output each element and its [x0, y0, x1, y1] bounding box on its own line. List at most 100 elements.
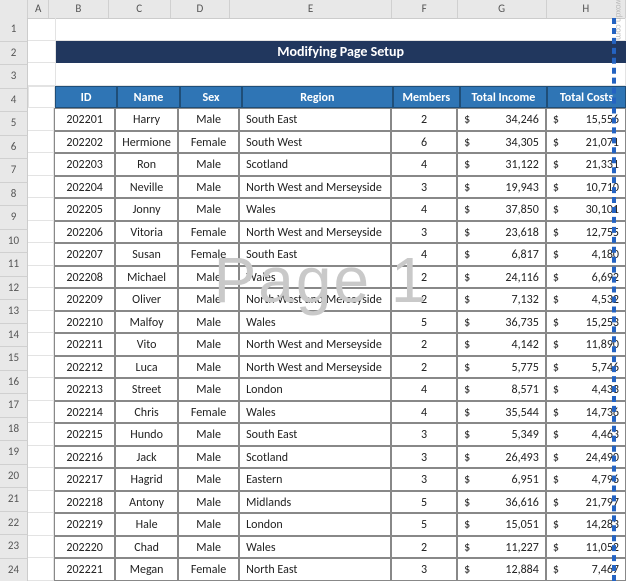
cell-sex[interactable]: Male — [178, 536, 239, 559]
cell-costs[interactable]: $6,692 — [546, 266, 626, 289]
cell-costs[interactable]: $11,052 — [546, 536, 626, 559]
row-header-11[interactable]: 11 — [0, 253, 28, 277]
cell-costs[interactable]: $24,490 — [546, 446, 626, 469]
cell-costs[interactable]: $21,331 — [546, 153, 626, 176]
cell[interactable] — [28, 63, 56, 86]
cell-name[interactable]: Hagrid — [115, 468, 178, 491]
cell[interactable] — [28, 356, 54, 379]
cell-sex[interactable]: Male — [178, 311, 239, 334]
cell[interactable] — [28, 131, 54, 154]
cell-members[interactable]: 2 — [391, 108, 457, 131]
cell-income[interactable]: $31,122 — [457, 153, 546, 176]
cell-name[interactable]: Neville — [115, 176, 178, 199]
cell-id[interactable]: 202205 — [54, 198, 115, 221]
cell-members[interactable]: 5 — [391, 491, 457, 514]
col-header-C[interactable]: C — [109, 0, 171, 18]
cell[interactable] — [28, 333, 54, 356]
cell-id[interactable]: 202221 — [54, 558, 115, 581]
cell-members[interactable]: 3 — [391, 423, 457, 446]
cell[interactable] — [28, 18, 56, 41]
cell-members[interactable]: 4 — [391, 243, 457, 266]
cell-sex[interactable]: Male — [178, 491, 239, 514]
cell[interactable] — [28, 198, 54, 221]
cell-name[interactable]: Megan — [115, 558, 178, 581]
cell-id[interactable]: 202210 — [54, 311, 115, 334]
row-header-24[interactable]: 24 — [0, 559, 28, 581]
cell-members[interactable]: 2 — [391, 266, 457, 289]
row-header-20[interactable]: 20 — [0, 465, 28, 489]
cell-id[interactable]: 202220 — [54, 536, 115, 559]
cell[interactable] — [28, 378, 54, 401]
cell-sex[interactable]: Male — [178, 468, 239, 491]
cell-members[interactable]: 3 — [391, 176, 457, 199]
col-header-E[interactable]: E — [230, 0, 392, 18]
cell-region[interactable]: Scotland — [239, 153, 391, 176]
cell[interactable] — [28, 176, 54, 199]
cell-region[interactable]: London — [239, 378, 391, 401]
cell[interactable] — [28, 153, 54, 176]
row-header-1[interactable]: 1 — [0, 18, 28, 42]
cell-name[interactable]: Luca — [115, 356, 178, 379]
row-header-18[interactable]: 18 — [0, 418, 28, 442]
cell-costs[interactable]: $21,071 — [546, 131, 626, 154]
cell-members[interactable]: 4 — [391, 401, 457, 424]
cell-name[interactable]: Hundo — [115, 423, 178, 446]
cell-income[interactable]: $5,349 — [457, 423, 546, 446]
cell-income[interactable]: $24,116 — [457, 266, 546, 289]
cell-costs[interactable]: $15,556 — [546, 108, 626, 131]
row-header-9[interactable]: 9 — [0, 206, 28, 230]
cell-id[interactable]: 202206 — [54, 221, 115, 244]
cell-income[interactable]: $11,227 — [457, 536, 546, 559]
cell-income[interactable]: $23,618 — [457, 221, 546, 244]
col-header-G[interactable]: G — [458, 0, 547, 18]
cell-members[interactable]: 4 — [391, 198, 457, 221]
cell-id[interactable]: 202209 — [54, 288, 115, 311]
cell-sex[interactable]: Female — [178, 221, 239, 244]
cell-costs[interactable]: $12,755 — [546, 221, 626, 244]
cell[interactable] — [28, 491, 54, 514]
th-name[interactable]: Name — [117, 86, 180, 109]
cell-sex[interactable]: Female — [178, 131, 239, 154]
row-header-22[interactable]: 22 — [0, 512, 28, 536]
row-header-10[interactable]: 10 — [0, 230, 28, 254]
cell-members[interactable]: 4 — [391, 153, 457, 176]
th-id[interactable]: ID — [55, 86, 117, 109]
cell-region[interactable]: Wales — [239, 311, 391, 334]
cell[interactable] — [28, 468, 54, 491]
th-costs[interactable]: Total Costs — [547, 86, 626, 109]
cell-sex[interactable]: Female — [178, 558, 239, 581]
cell-sex[interactable]: Female — [178, 401, 239, 424]
cell-region[interactable]: London — [239, 513, 391, 536]
cell-members[interactable]: 5 — [391, 311, 457, 334]
cell-sex[interactable]: Male — [178, 378, 239, 401]
cell-id[interactable]: 202215 — [54, 423, 115, 446]
col-header-A[interactable]: A — [28, 0, 49, 18]
cell-id[interactable]: 202201 — [54, 108, 115, 131]
cell-costs[interactable]: $10,710 — [546, 176, 626, 199]
row-header-21[interactable]: 21 — [0, 488, 28, 512]
cell-sex[interactable]: Male — [178, 333, 239, 356]
cell-costs[interactable]: $30,101 — [546, 198, 626, 221]
cell-members[interactable]: 2 — [391, 333, 457, 356]
cell-sex[interactable]: Male — [178, 153, 239, 176]
row-header-7[interactable]: 7 — [0, 159, 28, 183]
cell[interactable] — [28, 423, 54, 446]
cell-costs[interactable]: $4,180 — [546, 243, 626, 266]
cell-income[interactable]: $34,246 — [457, 108, 546, 131]
cell-region[interactable]: Scotland — [239, 446, 391, 469]
col-header-D[interactable]: D — [171, 0, 231, 18]
cell[interactable] — [28, 41, 56, 64]
cell-region[interactable]: South West — [239, 131, 391, 154]
cell-members[interactable]: 3 — [391, 446, 457, 469]
cell-costs[interactable]: $21,797 — [546, 491, 626, 514]
cell-income[interactable]: $4,142 — [457, 333, 546, 356]
th-members[interactable]: Members — [393, 86, 460, 109]
row-header-14[interactable]: 14 — [0, 324, 28, 348]
cell-region[interactable]: North West and Merseyside — [239, 288, 391, 311]
cell-name[interactable]: Susan — [115, 243, 178, 266]
cell-id[interactable]: 202202 — [54, 131, 115, 154]
cell-costs[interactable]: $4,433 — [546, 378, 626, 401]
cell-id[interactable]: 202213 — [54, 378, 115, 401]
row-header-4[interactable]: 4 — [0, 89, 28, 113]
select-all-corner[interactable] — [0, 0, 28, 18]
